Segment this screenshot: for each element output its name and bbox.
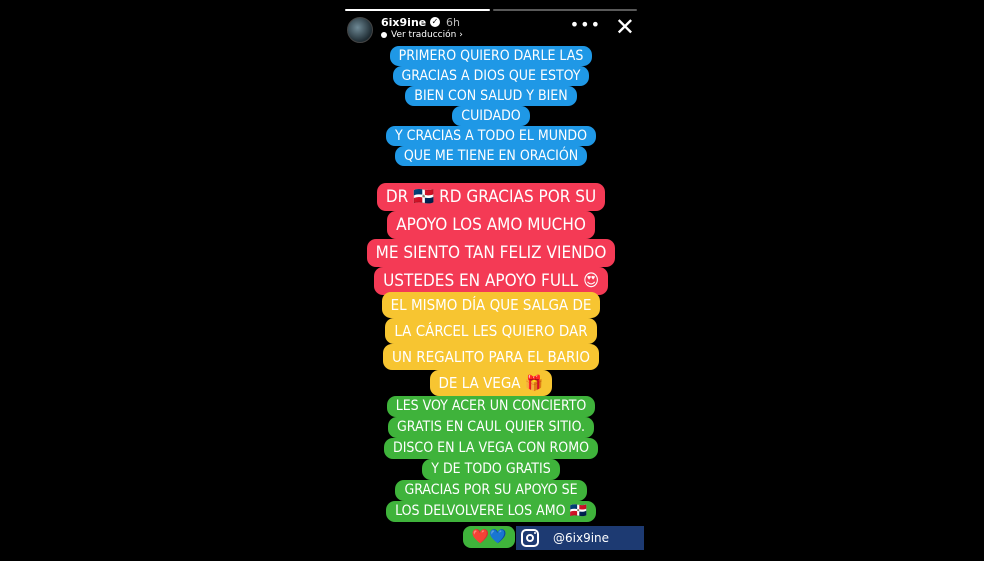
watermark-handle: @6ix9ine	[553, 531, 610, 545]
text-line: CUIDADO	[452, 106, 530, 126]
text-block-yellow: EL MISMO DÍA QUE SALGA DE LA CÁRCEL LES …	[337, 292, 645, 396]
more-options-icon[interactable]: •••	[570, 15, 601, 34]
text-line: LES VOY ACER UN CONCIERTO	[386, 396, 596, 417]
text-line: LOS DELVOLVERE LOS AMO 🇩🇴	[386, 501, 596, 522]
text-line: EL MISMO DÍA QUE SALGA DE	[381, 292, 601, 318]
progress-segment	[492, 9, 637, 11]
text-line: UN REGALITO PARA EL BARIO	[383, 344, 599, 370]
text-block-blue: PRIMERO QUIERO DARLE LAS GRACIAS A DIOS …	[337, 46, 645, 166]
progress-segment	[345, 9, 490, 11]
text-line: DE LA VEGA 🎁	[429, 370, 553, 396]
post-time: 6h	[446, 16, 460, 29]
chevron-right-icon: ›	[459, 30, 463, 40]
text-line: Y CRACIAS A TODO EL MUNDO	[385, 126, 597, 146]
text-line: APOYO LOS AMO MUCHO	[387, 211, 595, 239]
text-line: USTEDES EN APOYO FULL 😍	[374, 267, 608, 295]
translate-label: Ver traducción	[391, 30, 457, 40]
username[interactable]: 6ix9ine	[381, 16, 426, 29]
text-line: GRACIAS A DIOS QUE ESTOY	[392, 66, 590, 86]
close-icon[interactable]: ✕	[615, 15, 635, 39]
translate-icon	[381, 31, 387, 38]
story-progress-bar	[345, 9, 637, 11]
text-line: LA CÁRCEL LES QUIERO DAR	[385, 318, 597, 344]
text-block-green: LES VOY ACER UN CONCIERTO GRATIS EN CAUL…	[337, 396, 645, 522]
text-line: PRIMERO QUIERO DARLE LAS	[389, 46, 593, 66]
text-line: BIEN CON SALUD Y BIEN	[405, 86, 577, 106]
text-line: GRACIAS POR SU APOYO SE	[395, 480, 587, 501]
text-line: GRATIS EN CAUL QUIER SITIO.	[388, 417, 594, 438]
avatar[interactable]	[347, 17, 373, 43]
text-line: ME SIENTO TAN FELIZ VIENDO	[366, 239, 616, 267]
translate-link[interactable]: Ver traducción ›	[381, 30, 463, 40]
text-block-red: DR 🇩🇴 RD GRACIAS POR SU APOYO LOS AMO MU…	[337, 183, 645, 295]
verified-badge-icon: ✓	[430, 17, 440, 27]
text-line: DISCO EN LA VEGA CON ROMO	[384, 438, 598, 459]
text-line: Y DE TODO GRATIS	[422, 459, 560, 480]
hearts-emoji: ❤️💙	[463, 526, 515, 548]
text-line: QUE ME TIENE EN ORACIÓN	[394, 146, 588, 166]
instagram-watermark: @6ix9ine	[516, 526, 644, 550]
text-line: DR 🇩🇴 RD GRACIAS POR SU	[376, 183, 606, 211]
instagram-icon	[521, 529, 539, 547]
story-header: 6ix9ine ✓ 6h Ver traducción › ••• ✕	[345, 15, 635, 45]
